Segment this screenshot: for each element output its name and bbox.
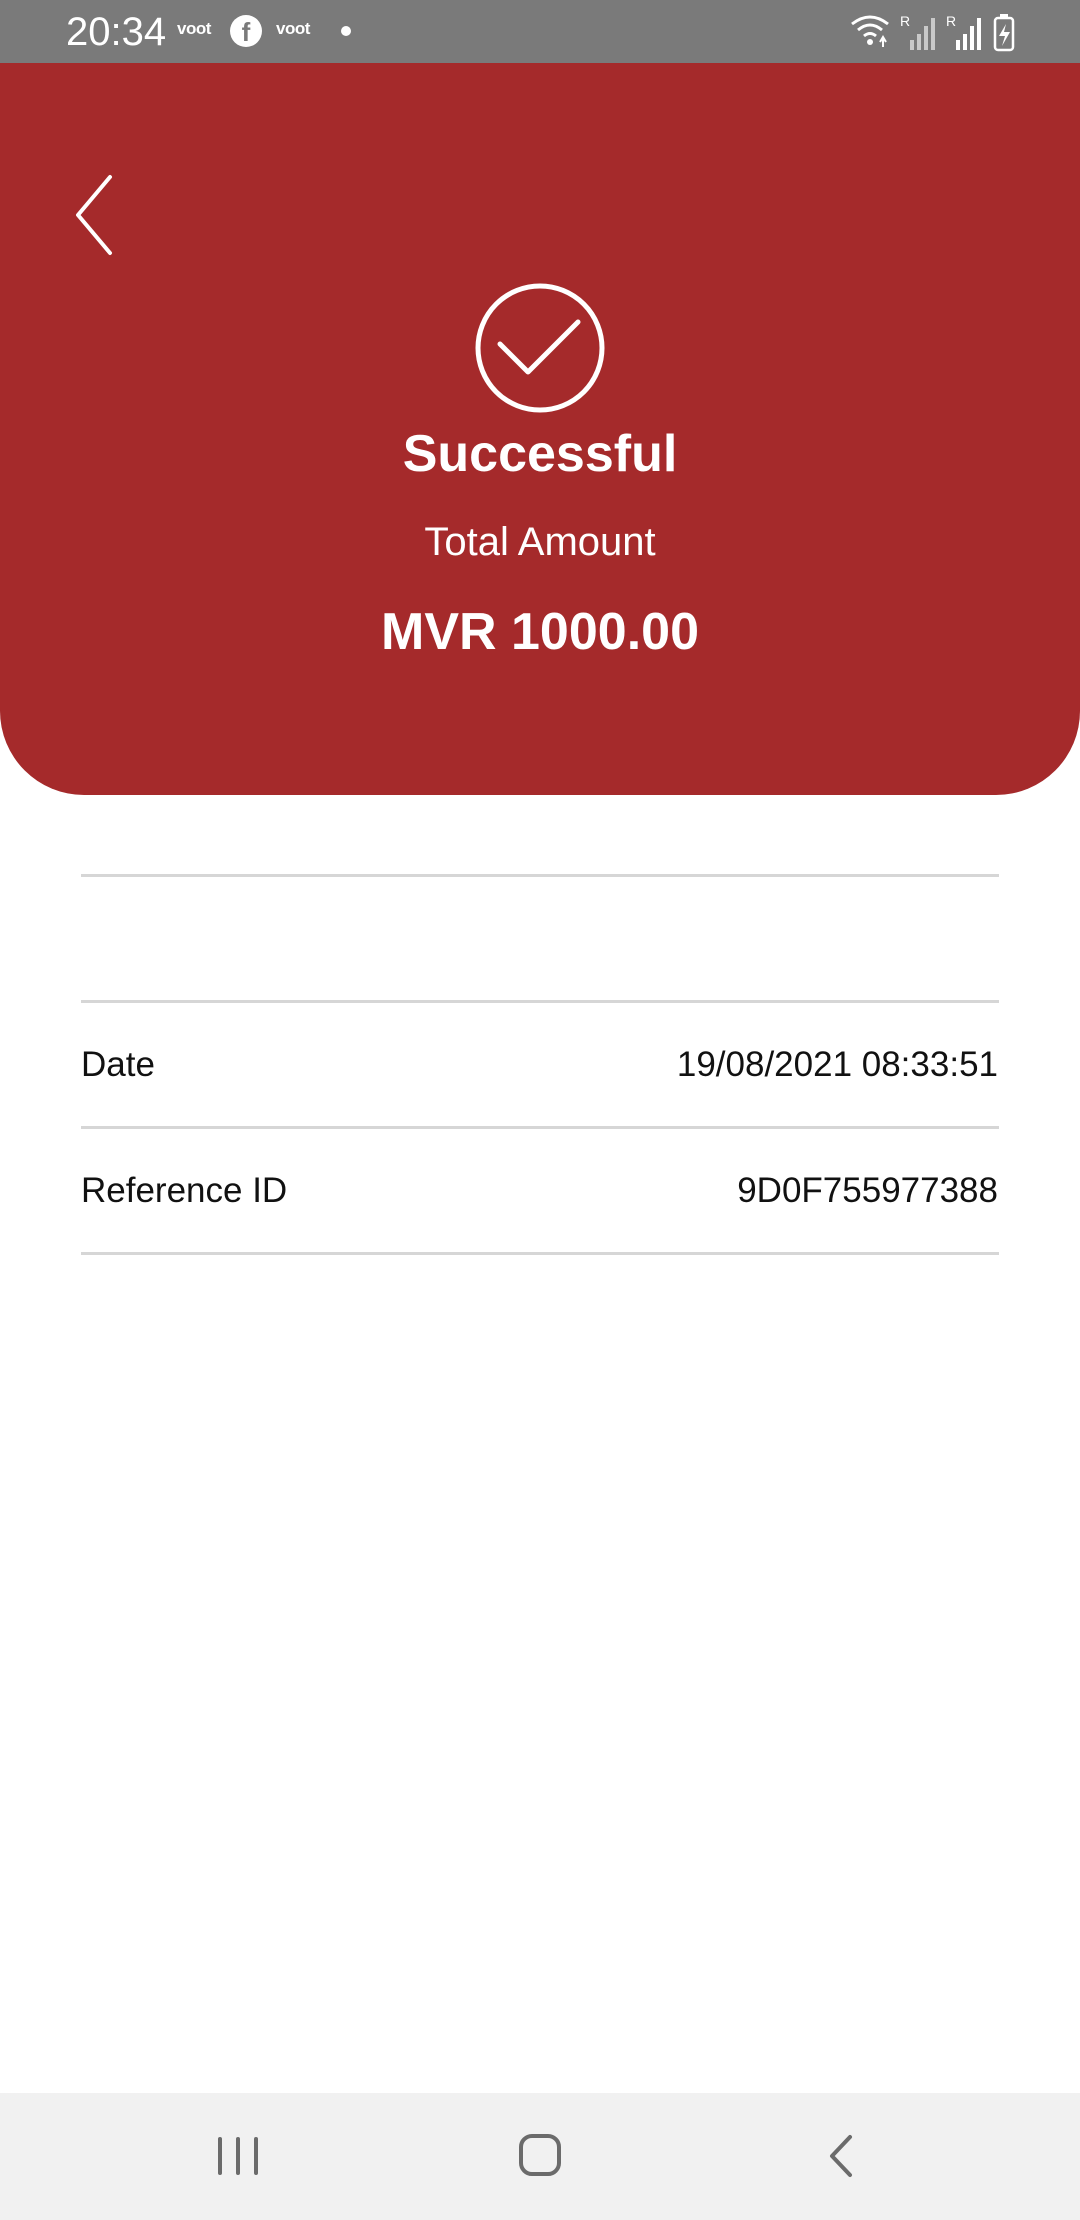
signal-icon-2 (956, 18, 981, 50)
roaming-label-2: R (946, 13, 956, 29)
voot-app-icon: voot (177, 19, 211, 38)
status-bar: 20:34 voot f voot R R (0, 0, 1080, 63)
voot-app-icon-2: voot (276, 19, 310, 38)
divider (81, 874, 999, 877)
check-circle-icon (475, 283, 605, 413)
status-title: Successful (402, 425, 678, 483)
divider (81, 1126, 999, 1129)
status-time: 20:34 (66, 10, 167, 54)
recent-apps-icon[interactable] (178, 2093, 298, 2220)
battery-charging-icon (993, 14, 1015, 52)
system-status-icons: R R (851, 13, 1015, 52)
total-amount-label: Total Amount (424, 520, 656, 564)
signal-icon-1 (910, 18, 935, 50)
back-icon[interactable] (782, 2093, 902, 2220)
home-icon[interactable] (480, 2093, 600, 2220)
roaming-label-1: R (900, 13, 910, 29)
wifi-icon (851, 15, 889, 38)
date-value: 19/08/2021 08:33:51 (676, 1045, 998, 1084)
payment-success-screen: 20:34 voot f voot R R Successful Total A… (0, 0, 1080, 2220)
chevron-left-icon[interactable] (66, 165, 126, 265)
success-header: Successful Total Amount MVR 1000.00 (0, 63, 1080, 795)
reference-id-value: 9D0F755977388 (737, 1171, 998, 1210)
notification-dot-icon (341, 26, 351, 36)
divider (81, 1000, 999, 1003)
total-amount-value: MVR 1000.00 (381, 603, 699, 661)
divider (81, 1252, 999, 1255)
navigation-bar (0, 2093, 1080, 2220)
date-label: Date (81, 1045, 155, 1084)
reference-id-label: Reference ID (81, 1171, 288, 1210)
facebook-icon: f (230, 15, 262, 47)
